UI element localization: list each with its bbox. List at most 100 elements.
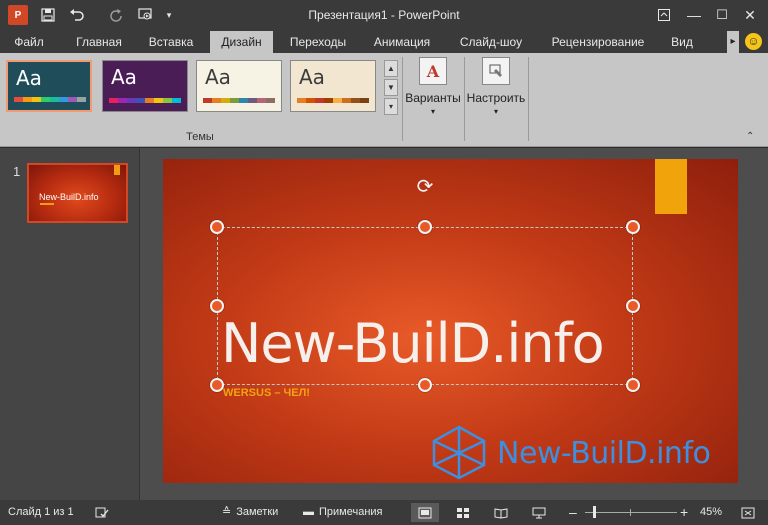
theme-swatches bbox=[14, 97, 86, 102]
reading-view-icon[interactable] bbox=[487, 503, 515, 522]
comment-icon: ▬ bbox=[303, 506, 314, 518]
notes-icon: ≙ bbox=[222, 506, 232, 518]
color-swatch bbox=[315, 98, 324, 103]
color-swatch bbox=[239, 98, 248, 103]
customize-label: Настроить bbox=[466, 91, 526, 105]
group-divider bbox=[528, 57, 529, 141]
thumbnail-title: New-BuilD.info bbox=[39, 192, 99, 202]
tab-animation[interactable]: Анимация bbox=[364, 31, 440, 53]
color-swatch bbox=[41, 97, 50, 102]
group-divider bbox=[464, 57, 465, 141]
theme-sample-text: Aa bbox=[111, 65, 137, 89]
resize-handle[interactable] bbox=[418, 378, 432, 392]
color-swatch bbox=[351, 98, 360, 103]
resize-handle[interactable] bbox=[626, 378, 640, 392]
zoom-level[interactable]: 45% bbox=[700, 500, 722, 525]
resize-handle[interactable] bbox=[418, 220, 432, 234]
slide-subtitle[interactable]: WERSUS – ЧЕЛ! bbox=[223, 387, 310, 399]
close-button[interactable]: ✕ bbox=[738, 4, 762, 26]
color-swatch bbox=[306, 98, 315, 103]
slide-thumbnail[interactable]: New-BuilD.info bbox=[27, 163, 128, 223]
chevron-down-icon: ▾ bbox=[493, 107, 498, 116]
theme-thumbnail[interactable]: Aa bbox=[196, 60, 282, 112]
color-swatch bbox=[203, 98, 212, 103]
color-swatch bbox=[172, 98, 181, 103]
resize-handle[interactable] bbox=[210, 220, 224, 234]
rotate-handle-icon[interactable]: ⟳ bbox=[414, 175, 436, 197]
theme-thumbnail[interactable]: Aa bbox=[6, 60, 92, 112]
color-swatch bbox=[118, 98, 127, 103]
notes-label: Заметки bbox=[236, 506, 279, 518]
slide-canvas[interactable]: ⟳ New-BuilD.info WERSUS – ЧЕЛ! New-BuilD… bbox=[163, 159, 738, 483]
color-swatch bbox=[333, 98, 342, 103]
color-swatch bbox=[360, 98, 369, 103]
tab-home[interactable]: Главная bbox=[66, 31, 132, 53]
notes-button[interactable]: ≙ Заметки bbox=[222, 500, 278, 525]
color-swatch bbox=[127, 98, 136, 103]
color-swatch bbox=[221, 98, 230, 103]
title-bar: P ▾ Презентация1 - PowerPoint — ☐ ✕ bbox=[0, 0, 768, 31]
zoom-slider-thumb[interactable] bbox=[593, 506, 596, 518]
zoom-slider-track[interactable] bbox=[585, 512, 677, 513]
zoom-in-button[interactable]: + bbox=[680, 500, 688, 525]
ribbon-display-icon[interactable] bbox=[652, 4, 676, 26]
feedback-smiley-icon[interactable]: ☺ bbox=[745, 33, 762, 50]
variants-icon: A bbox=[419, 57, 447, 85]
slide-sorter-icon[interactable] bbox=[449, 503, 477, 522]
resize-handle[interactable] bbox=[210, 299, 224, 313]
collapse-ribbon-icon[interactable]: ⌃ bbox=[746, 131, 754, 142]
theme-thumbnail[interactable]: Aa bbox=[102, 60, 188, 112]
color-swatch bbox=[109, 98, 118, 103]
color-swatch bbox=[297, 98, 306, 103]
theme-sample-text: Aa bbox=[205, 65, 231, 89]
theme-thumbnail[interactable]: Aa bbox=[290, 60, 376, 112]
thumbnail-accent-tab bbox=[114, 165, 120, 175]
customize-button[interactable]: Настроить ▾ bbox=[466, 57, 526, 129]
watermark-logo-icon bbox=[432, 425, 486, 480]
minimize-button[interactable]: — bbox=[682, 4, 706, 26]
fit-to-window-icon[interactable] bbox=[734, 503, 762, 522]
tab-view[interactable]: Вид bbox=[664, 31, 700, 53]
gallery-scroll-down-icon[interactable]: ▼ bbox=[384, 79, 398, 96]
tab-slideshow[interactable]: Слайд-шоу bbox=[450, 31, 532, 53]
maximize-button[interactable]: ☐ bbox=[710, 4, 734, 26]
themes-group-label: Темы bbox=[186, 131, 214, 143]
slides-pane: 1 New-BuilD.info bbox=[0, 148, 140, 500]
tab-review[interactable]: Рецензирование bbox=[542, 31, 654, 53]
zoom-out-button[interactable]: – bbox=[569, 500, 577, 525]
slide-title[interactable]: New-BuilD.info bbox=[221, 312, 605, 375]
color-swatch bbox=[23, 97, 32, 102]
slide-counter[interactable]: Слайд 1 из 1 bbox=[8, 500, 74, 525]
ribbon-tabs: Файл Главная Вставка Дизайн Переходы Ани… bbox=[0, 31, 768, 53]
slide-number: 1 bbox=[13, 164, 21, 179]
color-swatch bbox=[145, 98, 154, 103]
themes-gallery: Aa Aa Aa Aa ▲ ▼ ▾ bbox=[6, 60, 398, 116]
theme-swatches bbox=[297, 98, 369, 103]
tabs-scroll-right-icon[interactable]: ▸ bbox=[727, 31, 739, 53]
thumbnail-subtitle-line bbox=[40, 203, 54, 205]
gallery-scroll-up-icon[interactable]: ▲ bbox=[384, 60, 398, 77]
normal-view-icon[interactable] bbox=[411, 503, 439, 522]
theme-swatches bbox=[109, 98, 181, 103]
tab-transitions[interactable]: Переходы bbox=[280, 31, 356, 53]
comments-button[interactable]: ▬ Примечания bbox=[303, 500, 383, 525]
slideshow-view-icon[interactable] bbox=[525, 503, 553, 522]
theme-sample-text: Aa bbox=[16, 66, 42, 90]
zoom-slider-center-mark bbox=[630, 509, 631, 516]
tab-file[interactable]: Файл bbox=[6, 31, 52, 53]
spellcheck-icon[interactable] bbox=[88, 503, 116, 522]
resize-handle[interactable] bbox=[210, 378, 224, 392]
tab-design[interactable]: Дизайн bbox=[210, 31, 273, 53]
resize-handle[interactable] bbox=[626, 220, 640, 234]
gallery-more-icon[interactable]: ▾ bbox=[384, 98, 398, 115]
watermark-text: New-BuilD.info bbox=[497, 436, 711, 471]
color-swatch bbox=[248, 98, 257, 103]
resize-handle[interactable] bbox=[626, 299, 640, 313]
tab-insert[interactable]: Вставка bbox=[140, 31, 202, 53]
color-swatch bbox=[266, 98, 275, 103]
color-swatch bbox=[77, 97, 86, 102]
color-swatch bbox=[50, 97, 59, 102]
customize-icon bbox=[482, 57, 510, 85]
color-swatch bbox=[324, 98, 333, 103]
variants-button[interactable]: A Варианты ▾ bbox=[404, 57, 462, 129]
